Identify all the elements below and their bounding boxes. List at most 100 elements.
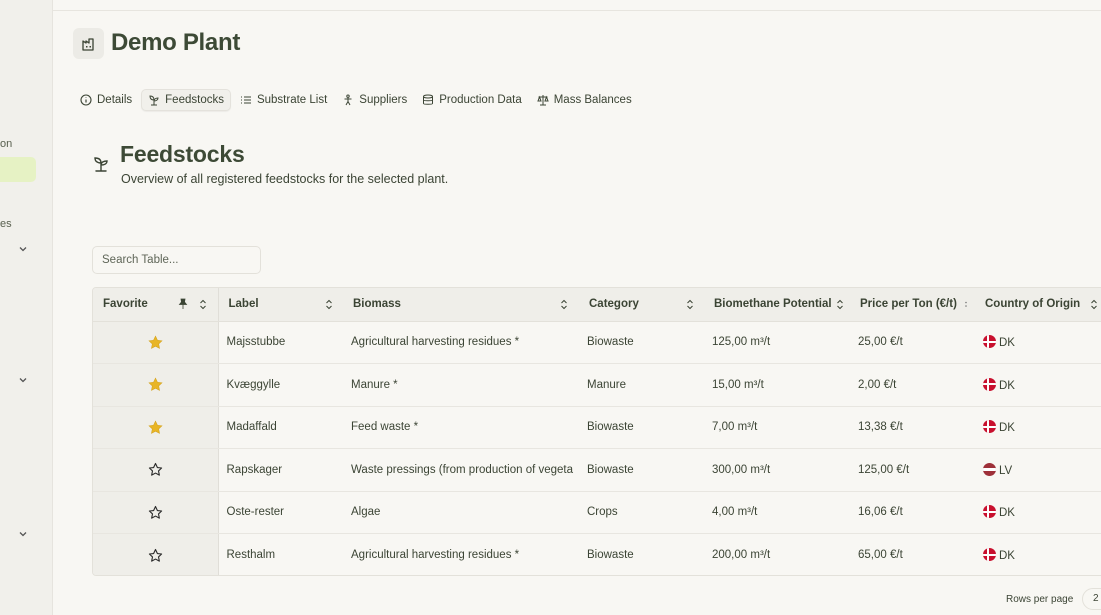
biomethane-potential-cell: 7,00 m³/t xyxy=(704,406,850,449)
table-row[interactable]: Madaffald Feed waste * Biowaste 7,00 m³/t 13… xyxy=(93,406,1101,449)
rows-per-page-label: Rows per page xyxy=(1006,594,1074,605)
country-cell: DK xyxy=(975,534,1101,576)
country-cell: DK xyxy=(975,321,1101,364)
country-code: DK xyxy=(999,422,1015,435)
sort-icon[interactable] xyxy=(686,299,694,310)
category-cell: Crops xyxy=(579,491,704,534)
star-filled-icon[interactable] xyxy=(148,335,163,350)
favorite-cell[interactable] xyxy=(93,448,219,492)
sort-icon[interactable] xyxy=(836,299,844,310)
info-icon xyxy=(80,94,92,106)
table-row[interactable]: Oste-rester Algae Crops 4,00 m³/t 16,06 €/t D… xyxy=(93,491,1101,534)
sort-icon[interactable] xyxy=(199,299,207,310)
tab-mass-balances[interactable]: Mass Balances xyxy=(531,89,638,111)
favorite-cell[interactable] xyxy=(93,533,219,575)
table-row[interactable]: Kvæggylle Manure * Manure 15,00 m³/t 2,00 €/… xyxy=(93,363,1101,407)
column-label: Biomass xyxy=(353,298,401,311)
favorite-cell[interactable] xyxy=(93,363,219,407)
label-cell: Resthalm xyxy=(226,549,276,561)
column-header-price-per-ton[interactable]: Price per Ton (€/t) xyxy=(850,288,975,322)
column-label: Price per Ton (€/t) xyxy=(860,298,957,311)
column-label: Favorite xyxy=(103,298,148,311)
country-cell: DK xyxy=(975,363,1101,407)
biomass-cell: Agricultural harvesting residues * xyxy=(351,549,520,561)
label-cell: Rapskager xyxy=(218,448,343,492)
sidebar-item-label: on xyxy=(0,138,13,150)
favorite-cell[interactable] xyxy=(93,406,219,449)
favorite-cell[interactable] xyxy=(93,491,219,534)
pin-icon[interactable] xyxy=(178,298,188,310)
tab-suppliers[interactable]: Suppliers xyxy=(336,89,413,111)
database-icon xyxy=(423,94,434,105)
chevron-down-icon[interactable] xyxy=(17,374,29,386)
price-cell: 25,00 €/t xyxy=(850,321,975,364)
sort-icon[interactable] xyxy=(1090,299,1098,310)
column-header-biomethane-potential[interactable]: Biomethane Potential xyxy=(704,288,850,322)
label-cell: Oste-rester xyxy=(218,491,343,534)
denmark-flag-icon xyxy=(983,420,996,434)
label-cell: Madaffald xyxy=(218,406,343,449)
denmark-flag-icon xyxy=(983,377,996,391)
star-filled-icon[interactable] xyxy=(148,420,163,435)
column-label: Label xyxy=(228,298,259,311)
column-header-biomass[interactable]: Biomass xyxy=(343,288,579,322)
denmark-flag-icon xyxy=(983,548,996,561)
column-header-favorite[interactable]: Favorite xyxy=(93,288,219,322)
rows-per-page-select[interactable]: 2 xyxy=(1082,588,1101,610)
tab-bar: Details Feedstocks Substrate List Suppli… xyxy=(74,89,641,111)
biomass-cell: Agricultural harvesting residues * xyxy=(343,321,579,364)
label-cell: Majsstubbe xyxy=(218,321,343,364)
price-cell: 2,00 €/t xyxy=(850,363,975,407)
category-cell: Biowaste xyxy=(579,448,704,492)
table-row[interactable]: Majsstubbe Agricultural harvesting residu… xyxy=(93,321,1101,364)
biomass-cell: Waste pressings (from production of vege… xyxy=(343,448,579,492)
table-row[interactable]: Resthalm Agricultural harvesting residues… xyxy=(93,533,1101,576)
search-input[interactable] xyxy=(92,246,261,274)
sidebar-item-active[interactable] xyxy=(0,157,36,182)
chevron-down-icon[interactable] xyxy=(17,243,29,255)
tab-label: Feedstocks xyxy=(165,94,224,106)
star-outline-icon[interactable] xyxy=(148,548,163,563)
star-outline-icon[interactable] xyxy=(148,505,163,520)
grip-icon[interactable] xyxy=(962,299,970,310)
scale-icon xyxy=(536,95,549,106)
star-outline-icon[interactable] xyxy=(148,462,163,477)
tab-production-data[interactable]: Production Data xyxy=(416,89,527,111)
tab-substrate-list[interactable]: Substrate List xyxy=(234,89,333,111)
feedstocks-table: Favorite Label Biomass Category Biometha… xyxy=(92,287,1101,576)
factory-icon xyxy=(73,28,104,59)
denmark-flag-icon xyxy=(983,335,996,349)
chevron-down-icon[interactable] xyxy=(17,528,29,540)
star-filled-icon[interactable] xyxy=(148,377,163,392)
section-subtitle: Overview of all registered feedstocks fo… xyxy=(121,172,449,186)
tab-feedstocks[interactable]: Feedstocks xyxy=(141,89,231,111)
sidebar: on es xyxy=(0,0,53,615)
biomass-cell: Algae xyxy=(343,491,579,534)
biomethane-potential-cell: 4,00 m³/t xyxy=(704,491,850,534)
tab-label: Substrate List xyxy=(256,94,328,106)
sort-icon[interactable] xyxy=(560,299,568,310)
tab-label: Mass Balances xyxy=(553,94,632,106)
column-label: Category xyxy=(589,298,639,311)
tab-details[interactable]: Details xyxy=(74,89,138,111)
column-header-category[interactable]: Category xyxy=(579,288,704,322)
sort-icon[interactable] xyxy=(325,299,333,310)
price-cell: 125,00 €/t xyxy=(850,448,975,492)
country-cell: LV xyxy=(975,448,1101,492)
country-code: DK xyxy=(999,379,1015,392)
biomethane-potential-cell: 200,00 m³/t xyxy=(712,549,771,561)
country-cell: DK xyxy=(975,406,1101,449)
table-row[interactable]: Rapskager Waste pressings (from productio… xyxy=(93,448,1101,492)
column-label: Biomethane Potential xyxy=(714,298,832,311)
column-header-country-of-origin[interactable]: Country of Origin xyxy=(975,288,1101,322)
column-label: Country of Origin xyxy=(985,298,1081,311)
tab-label: Production Data xyxy=(439,94,522,106)
price-cell: 13,38 €/t xyxy=(850,406,975,449)
biomass-cell: Manure * xyxy=(343,363,579,407)
sidebar-item-label: es xyxy=(0,218,12,230)
latvia-flag-icon xyxy=(983,462,996,476)
column-header-label[interactable]: Label xyxy=(218,288,343,322)
biomethane-potential-cell: 15,00 m³/t xyxy=(704,363,850,407)
favorite-cell[interactable] xyxy=(93,321,219,364)
page-title: Demo Plant xyxy=(111,29,241,56)
